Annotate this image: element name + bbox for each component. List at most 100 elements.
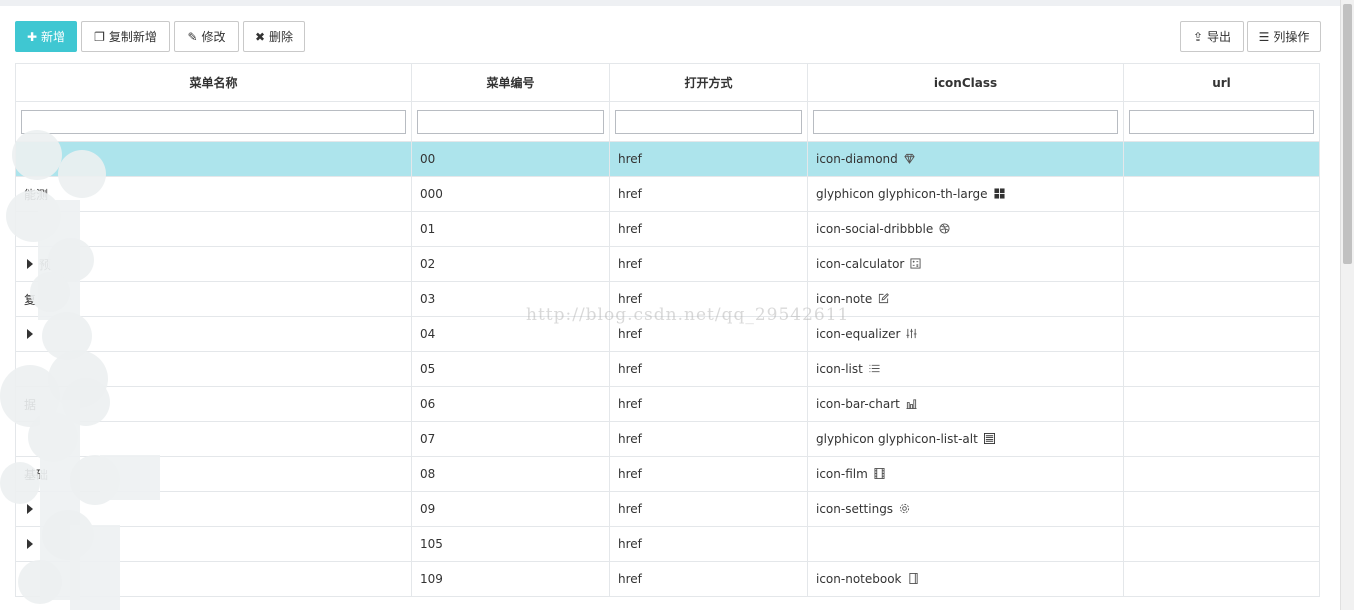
filter-url-input[interactable] (1129, 109, 1314, 134)
list-icon (869, 363, 880, 374)
columns-button[interactable]: ☰ 列操作 (1247, 21, 1321, 52)
cell-open-text: href (618, 292, 642, 306)
cell-name: 据 (15, 386, 412, 422)
cell-name (15, 561, 412, 597)
table-row[interactable]: 能测 000 href glyphicon glyphicon-th-large (15, 176, 1320, 212)
cell-open: href (609, 141, 808, 177)
cell-code: 109 (411, 561, 610, 597)
cell-iconclass: icon-note (807, 281, 1124, 317)
edit-button[interactable]: ✎ 修改 (174, 21, 239, 52)
filter-code-input[interactable] (417, 109, 604, 134)
cell-code: 02 (411, 246, 610, 282)
bar-chart-icon (906, 398, 917, 409)
menu-name: 能测 (24, 187, 49, 202)
cell-name (15, 316, 412, 352)
column-header-name[interactable]: 菜单名称 (15, 63, 412, 102)
export-button[interactable]: ⇪ 导出 (1180, 21, 1244, 52)
cell-code-text: 05 (420, 362, 436, 376)
cell-url (1123, 421, 1320, 457)
expand-caret-icon[interactable] (27, 539, 33, 550)
cell-code: 08 (411, 456, 610, 492)
cell-open: href (609, 211, 808, 247)
filter-iconclass-input[interactable] (813, 109, 1118, 134)
cell-open: href (609, 316, 808, 352)
table-row[interactable]: 01 href icon-social-dribbble (15, 211, 1320, 247)
cell-code: 05 (411, 351, 610, 387)
table-row[interactable]: 109 href icon-notebook (15, 561, 1320, 597)
dribbble-icon (939, 223, 950, 234)
add-button[interactable]: ✚ 新增 (15, 21, 77, 52)
cell-open: href (609, 421, 808, 457)
cell-code: 07 (411, 421, 610, 457)
cell-code: 00 (411, 141, 610, 177)
cell-iconclass (807, 526, 1124, 562)
column-header-open[interactable]: 打开方式 (609, 63, 808, 102)
table-row[interactable]: 据 06 href icon-bar-chart (15, 386, 1320, 422)
filter-open-input[interactable] (615, 109, 802, 134)
cell-iconclass-text: icon-list (816, 362, 863, 376)
copy-add-button-label: 复制新增 (108, 30, 157, 44)
cell-code: 105 (411, 526, 610, 562)
cell-url (1123, 141, 1320, 177)
cell-iconclass-text: icon-social-dribbble (816, 222, 934, 236)
notebook-icon (908, 573, 919, 584)
cell-open-text: href (618, 467, 642, 481)
table-row[interactable]: 基础 08 href icon-film (15, 456, 1320, 492)
table-row[interactable]: 04 href icon-equalizer (15, 316, 1320, 352)
cell-iconclass-text: glyphicon glyphicon-th-large (816, 187, 988, 201)
expand-caret-icon[interactable] (27, 259, 33, 269)
table-row[interactable]: 复 03 href icon-note (15, 281, 1320, 317)
cell-open-text: href (618, 257, 642, 271)
cell-open-text: href (618, 222, 642, 236)
cell-url (1123, 316, 1320, 352)
cell-iconclass: icon-list (807, 351, 1124, 387)
cell-code-text: 06 (420, 397, 436, 411)
cell-code-text: 01 (420, 222, 436, 236)
top-strip (0, 0, 1340, 6)
export-button-label: 导出 (1207, 30, 1232, 44)
table-row[interactable]: 预 02 href icon-calculator (15, 246, 1320, 282)
cell-name (15, 141, 412, 177)
cell-open: href (609, 351, 808, 387)
settings-icon (899, 503, 910, 514)
export-icon: ⇪ (1192, 29, 1204, 44)
close-icon: ✖ (254, 29, 266, 44)
menu-table: 菜单名称 菜单编号 打开方式 iconClass url 00 href icon-… (15, 63, 1320, 597)
column-header-url[interactable]: url (1123, 63, 1320, 102)
table-row[interactable]: 07 href glyphicon glyphicon-list-alt (15, 421, 1320, 457)
cell-code: 09 (411, 491, 610, 527)
list-alt-icon (983, 433, 995, 444)
table-row[interactable]: 105 href (15, 526, 1320, 562)
table-row[interactable]: 05 href icon-list (15, 351, 1320, 387)
cell-url (1123, 456, 1320, 492)
header-row: 菜单名称 菜单编号 打开方式 iconClass url (15, 63, 1320, 102)
cell-code: 06 (411, 386, 610, 422)
vertical-scrollbar[interactable] (1340, 0, 1354, 610)
delete-button[interactable]: ✖ 删除 (243, 21, 305, 52)
scrollbar-thumb[interactable] (1343, 4, 1352, 264)
expand-caret-icon[interactable] (27, 329, 33, 340)
cell-url (1123, 351, 1320, 387)
cell-code-text: 04 (420, 327, 436, 341)
table-row[interactable]: 09 href icon-settings (15, 491, 1320, 527)
cell-open: href (609, 456, 808, 492)
cell-open: href (609, 281, 808, 317)
cell-name (15, 351, 412, 387)
cell-code-text: 00 (420, 152, 436, 166)
cell-iconclass: glyphicon glyphicon-th-large (807, 176, 1124, 212)
cell-open: href (609, 176, 808, 212)
cell-code-text: 109 (420, 572, 443, 586)
column-header-code[interactable]: 菜单编号 (411, 63, 610, 102)
cell-code: 03 (411, 281, 610, 317)
copy-add-button[interactable]: ❐ 复制新增 (81, 21, 170, 52)
column-header-iconclass[interactable]: iconClass (807, 63, 1124, 102)
cell-code: 01 (411, 211, 610, 247)
cell-code-text: 09 (420, 502, 436, 516)
cell-code-text: 03 (420, 292, 436, 306)
cell-iconclass-text: icon-bar-chart (816, 397, 900, 411)
table-row[interactable]: 00 href icon-diamond (15, 141, 1320, 177)
cell-name: 复 (15, 281, 412, 317)
cell-open: href (609, 491, 808, 527)
filter-name-input[interactable] (21, 109, 406, 134)
expand-caret-icon[interactable] (27, 504, 33, 515)
